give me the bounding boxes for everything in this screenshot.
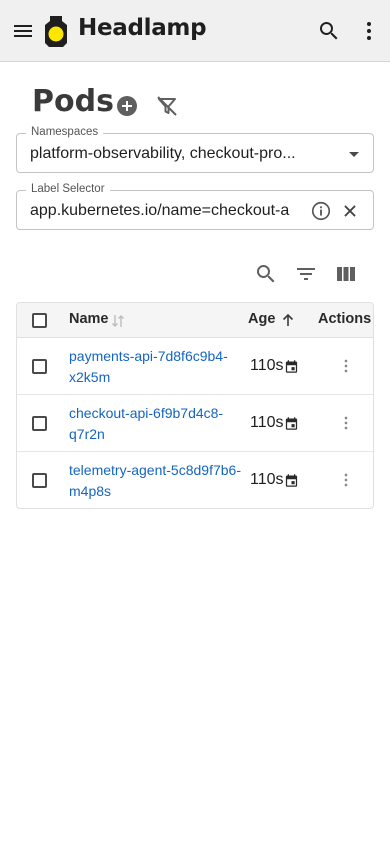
column-header-actions: Actions xyxy=(318,311,372,327)
more-vertical-icon[interactable] xyxy=(336,356,356,376)
pod-name-link[interactable]: telemetry-agent-5c8d9f7b6-m4p8s xyxy=(69,460,241,501)
namespaces-select[interactable]: Namespaces platform-observability, check… xyxy=(16,126,374,173)
info-icon[interactable] xyxy=(310,200,332,222)
table-header: Name Age Actions xyxy=(17,303,373,338)
more-vertical-icon[interactable] xyxy=(336,470,356,490)
table-row: checkout-api-6f9b7d4c8-q7r2n 110s xyxy=(17,395,373,452)
page-title: Pods xyxy=(32,84,114,119)
table-search-icon[interactable] xyxy=(254,262,278,286)
view-column-icon[interactable] xyxy=(334,262,358,286)
namespaces-label: Namespaces xyxy=(26,126,104,138)
calendar-icon[interactable] xyxy=(284,416,299,431)
column-header-age[interactable]: Age xyxy=(248,311,275,327)
pods-table: Name Age Actions payments-api-7d8f6c9b4-… xyxy=(16,302,374,509)
search-icon[interactable] xyxy=(317,19,341,43)
select-all-checkbox[interactable] xyxy=(32,313,47,328)
pod-name-link[interactable]: payments-api-7d8f6c9b4-x2k5m xyxy=(69,346,241,387)
pod-age: 110s xyxy=(250,357,284,374)
more-vertical-icon[interactable] xyxy=(336,413,356,433)
headlamp-logo[interactable] xyxy=(42,14,70,48)
close-icon[interactable] xyxy=(339,200,361,222)
app-bar: Headlamp xyxy=(0,0,390,62)
namespaces-value[interactable]: platform-observability, checkout-pro... xyxy=(30,145,310,163)
row-checkbox[interactable] xyxy=(32,359,47,374)
calendar-icon[interactable] xyxy=(284,473,299,488)
sort-unsorted-icon[interactable] xyxy=(110,313,126,329)
table-row: telemetry-agent-5c8d9f7b6-m4p8s 110s xyxy=(17,452,373,508)
arrow-upward-icon[interactable] xyxy=(280,312,296,328)
label-selector-input[interactable]: app.kubernetes.io/name=checkout-a xyxy=(30,202,312,220)
column-header-name[interactable]: Name xyxy=(69,311,109,327)
label-selector-field[interactable]: Label Selector app.kubernetes.io/name=ch… xyxy=(16,183,374,230)
label-selector-label: Label Selector xyxy=(26,183,110,195)
calendar-icon[interactable] xyxy=(284,359,299,374)
filter-off-icon[interactable] xyxy=(155,94,179,118)
arrow-drop-down-icon[interactable] xyxy=(342,142,366,166)
filter-list-icon[interactable] xyxy=(294,262,318,286)
pod-age: 110s xyxy=(250,414,284,431)
add-circle-icon[interactable] xyxy=(115,94,139,118)
app-title[interactable]: Headlamp xyxy=(78,15,207,41)
pod-name-link[interactable]: checkout-api-6f9b7d4c8-q7r2n xyxy=(69,403,241,444)
row-checkbox[interactable] xyxy=(32,416,47,431)
hamburger-menu-icon[interactable] xyxy=(11,19,35,43)
pod-age: 110s xyxy=(250,471,284,488)
row-checkbox[interactable] xyxy=(32,473,47,488)
more-vertical-icon[interactable] xyxy=(357,19,381,43)
table-row: payments-api-7d8f6c9b4-x2k5m 110s xyxy=(17,338,373,395)
